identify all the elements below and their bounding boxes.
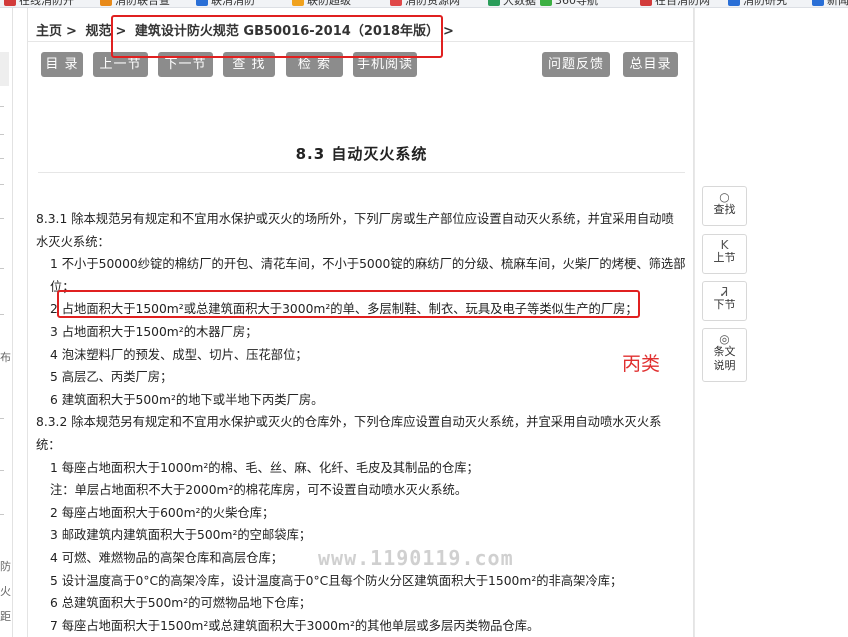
divider	[38, 172, 685, 173]
clause-item: 5 高层乙、丙类厂房；	[50, 370, 173, 385]
bookmark-label: 大数据	[503, 0, 536, 7]
annotation-note: 丙类	[622, 353, 661, 375]
next-tool-button[interactable]: Ꮨ 下节	[702, 281, 747, 321]
clause-item: 6 建筑面积大于500m²的地下或半地下丙类厂房。	[50, 392, 324, 407]
clause-item: 4 泡沫塑料厂的预发、成型、切片、压花部位；	[50, 347, 308, 362]
bookmark-favicon-icon	[540, 0, 552, 6]
divider	[0, 418, 4, 419]
divider	[0, 314, 4, 315]
annotation-box-item	[57, 290, 640, 318]
left-strip-char: 火	[0, 585, 11, 598]
bookmark-favicon-icon	[196, 0, 208, 6]
divider	[0, 514, 4, 515]
bookmark-label: 消防资源网	[405, 0, 460, 7]
prev-tool-button[interactable]: K 上节	[702, 234, 747, 274]
clause-item: 5 设计温度高于0°C的高架冷库，设计温度高于0°C且每个防火分区建筑面积大于1…	[50, 573, 623, 588]
bookmark-item[interactable]: 360导航	[540, 0, 598, 7]
explanation-tool-button[interactable]: ◎ 条文说明	[702, 328, 747, 382]
next-icon: Ꮨ	[721, 285, 728, 299]
breadcrumb-home[interactable]: 主页	[36, 24, 62, 39]
divider	[0, 218, 4, 219]
divider	[0, 106, 4, 107]
catalog-button[interactable]: 总目录	[623, 52, 678, 77]
bookmark-item[interactable]: 消防资源网	[390, 0, 460, 7]
toc-button[interactable]: 目 录	[41, 52, 83, 77]
bookmark-label: 消防研究	[743, 0, 787, 7]
tool-label: 上节	[713, 251, 736, 264]
left-strip-char: 防	[0, 560, 11, 573]
clause-text: 8.3.1 除本规范另有规定和不宜用水保护或灭火的场所外，下列厂房或生产部位应设…	[36, 212, 674, 249]
bookmarks-bar: 在线消防开 消防联合查 联消消防 联防超级 消防资源网 大数据 360导航 在百消防网 消防研究…	[0, 0, 848, 8]
bookmark-item[interactable]: 联防超级	[292, 0, 351, 7]
bookmark-label: 360导航	[555, 0, 598, 7]
bookmark-label: 新闻	[827, 0, 848, 7]
clause-note: 注：单层占地面积不大于2000m²的棉花库房，可不设置自动喷水灭火系统。	[50, 483, 468, 498]
bookmark-label: 在线消防开	[19, 0, 74, 7]
breadcrumb-section[interactable]: 规范	[85, 24, 111, 39]
bookmark-favicon-icon	[100, 0, 112, 6]
bookmark-item[interactable]: 新闻	[812, 0, 848, 7]
bookmark-label: 在百消防网	[655, 0, 710, 7]
document-panel: 主页 > 规范 > 建筑设计防火规范 GB50016-2014（2018年版） > 目…	[27, 8, 695, 637]
bookmark-item[interactable]: 在线消防开	[4, 0, 74, 7]
clause-text: 8.3.2 除本规范另有规定和不宜用水保护或灭火的仓库外，下列仓库应设置自动灭火…	[36, 415, 662, 452]
left-sidebar-tab[interactable]	[0, 52, 9, 86]
bookmark-favicon-icon	[640, 0, 652, 6]
previous-icon: K	[720, 238, 729, 252]
bookmark-favicon-icon	[390, 0, 402, 6]
bookmark-item[interactable]: 在百消防网	[640, 0, 710, 7]
search-icon: ○	[719, 190, 730, 204]
clause-item: 1 每座占地面积大于1000m²的棉、毛、丝、麻、化纤、毛皮及其制品的仓库；	[50, 460, 479, 475]
section-title: 8.3 自动灭火系统	[295, 145, 428, 163]
bookmark-label: 联消消防	[211, 0, 255, 7]
feedback-button[interactable]: 问题反馈	[542, 52, 610, 77]
breadcrumb-separator: >	[66, 24, 77, 39]
divider	[0, 470, 4, 471]
clause-item: 3 邮政建筑内建筑面积大于500m²的空邮袋库；	[50, 528, 312, 543]
bookmark-favicon-icon	[488, 0, 500, 6]
bookmark-item[interactable]: 大数据	[488, 0, 536, 7]
bookmark-item[interactable]: 联消消防	[196, 0, 255, 7]
left-strip-char: 距	[0, 610, 11, 623]
bookmark-label: 联防超级	[307, 0, 351, 7]
bookmark-item[interactable]: 消防联合查	[100, 0, 170, 7]
annotation-box-title	[111, 15, 443, 58]
divider	[0, 134, 4, 135]
eye-icon: ◎	[719, 332, 730, 346]
bookmark-favicon-icon	[728, 0, 740, 6]
breadcrumb-separator: >	[443, 24, 454, 39]
divider	[0, 184, 4, 185]
bookmark-favicon-icon	[4, 0, 16, 6]
left-strip-char: 布	[0, 351, 11, 364]
clause-item: 6 总建筑面积大于500m²的可燃物品地下仓库；	[50, 596, 312, 611]
bookmark-favicon-icon	[292, 0, 304, 6]
bookmark-item[interactable]: 消防研究	[728, 0, 787, 7]
find-tool-button[interactable]: ○ 查找	[702, 186, 747, 226]
scrollbar-edge	[694, 8, 695, 637]
divider	[0, 158, 4, 159]
divider	[0, 268, 4, 269]
tool-label: 查找	[713, 203, 736, 216]
tool-label: 条文说明	[713, 345, 736, 372]
spec-content: 8.3.1 除本规范另有规定和不宜用水保护或灭火的场所外，下列厂房或生产部位应设…	[36, 208, 686, 637]
bookmark-favicon-icon	[812, 0, 824, 6]
watermark: www.1190119.com	[318, 546, 514, 570]
left-sidebar-strip: 布 防 火 距	[0, 8, 13, 637]
clause-item: 2 每座占地面积大于600m²的火柴仓库；	[50, 505, 275, 520]
bookmark-label: 消防联合查	[115, 0, 170, 7]
tool-label: 下节	[713, 298, 736, 311]
clause-item: 3 占地面积大于1500m²的木器厂房；	[50, 324, 258, 339]
clause-item: 7 每座占地面积大于1500m²或总建筑面积大于3000m²的其他单层或多层丙类…	[50, 618, 540, 633]
